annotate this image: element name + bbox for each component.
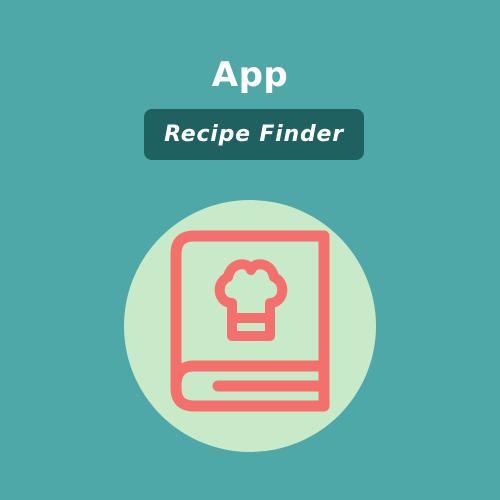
cookbook-chef-hat-icon [124,200,376,452]
app-card: App Recipe Finder [0,0,500,500]
app-name: Recipe Finder [164,122,344,147]
cookbook-illustration [124,200,376,452]
app-name-badge: Recipe Finder [144,109,364,160]
app-label: App [211,55,289,95]
